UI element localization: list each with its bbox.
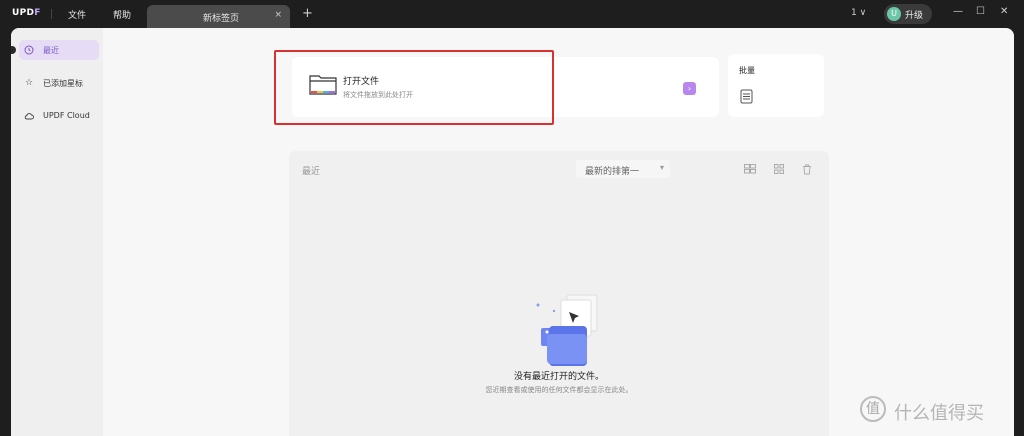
open-file-arrow-button[interactable]: ›	[683, 82, 696, 95]
restore-icon[interactable]: ☐	[976, 6, 985, 17]
main-window: 最近 ☆ 已添加星标 UPDF Cloud 打开文件 将文件拖放到此处打开 › …	[11, 28, 1014, 436]
trash-icon[interactable]	[802, 164, 812, 175]
add-tab-icon[interactable]: +	[302, 6, 313, 21]
title-bar: UPDF 文件 帮助 新标签页 × + 1 ∨ U 升级 — ☐ ✕	[0, 0, 1024, 28]
page-indicator-dropdown[interactable]: 1 ∨	[851, 8, 866, 18]
sidebar-toggle-icon[interactable]	[11, 46, 16, 54]
sort-value: 最新的排第一	[585, 167, 640, 177]
avatar: U	[887, 7, 901, 21]
batch-title: 批量	[739, 66, 755, 75]
tab-new-tab[interactable]: 新标签页 ×	[147, 5, 290, 28]
watermark-text: 什么值得买	[894, 403, 984, 424]
upgrade-label: 升级	[905, 11, 924, 21]
batch-card[interactable]: 批量	[728, 54, 824, 117]
empty-state-subtitle: 您近期查看或使用的任何文件都会显示在此处。	[485, 386, 633, 394]
menu-file[interactable]: 文件	[68, 8, 86, 21]
app-logo: UPDF	[12, 8, 41, 18]
sidebar: 最近 ☆ 已添加星标 UPDF Cloud	[11, 28, 103, 436]
sort-dropdown[interactable]: 最新的排第一 ▾	[576, 160, 670, 178]
star-icon: ☆	[24, 78, 34, 88]
sidebar-item-label: 最近	[43, 46, 59, 55]
list-view-icon[interactable]	[744, 164, 756, 174]
tab-label: 新标签页	[203, 14, 240, 24]
batch-icon	[740, 89, 753, 104]
minimize-icon[interactable]: —	[953, 6, 963, 17]
watermark: 值 什么值得买	[860, 394, 1020, 430]
sidebar-item-starred[interactable]: ☆ 已添加星标	[19, 73, 99, 93]
sidebar-item-recent[interactable]: 最近	[19, 40, 99, 60]
clock-icon	[24, 45, 34, 55]
empty-state-illustration	[536, 294, 598, 366]
close-tab-icon[interactable]: ×	[274, 10, 282, 20]
grid-view-icon[interactable]	[774, 164, 784, 174]
highlight-box	[274, 50, 554, 125]
upgrade-button[interactable]: U 升级	[884, 4, 932, 24]
close-window-icon[interactable]: ✕	[1000, 6, 1008, 17]
recent-label: 最近	[302, 167, 321, 177]
sidebar-item-label: 已添加星标	[43, 79, 83, 88]
chevron-down-icon: ▾	[659, 163, 664, 172]
cloud-icon	[24, 113, 34, 120]
sidebar-item-label: UPDF Cloud	[43, 111, 90, 120]
divider	[51, 9, 52, 19]
sidebar-item-cloud[interactable]: UPDF Cloud	[19, 106, 99, 126]
empty-state-title: 没有最近打开的文件。	[513, 372, 604, 382]
watermark-logo: 值	[860, 396, 886, 422]
recent-files-panel: 最近 最新的排第一 ▾ 没有最近打开的文件。 您近期查看或使用的任何文件都会显示…	[289, 151, 829, 436]
menu-help[interactable]: 帮助	[113, 8, 131, 21]
